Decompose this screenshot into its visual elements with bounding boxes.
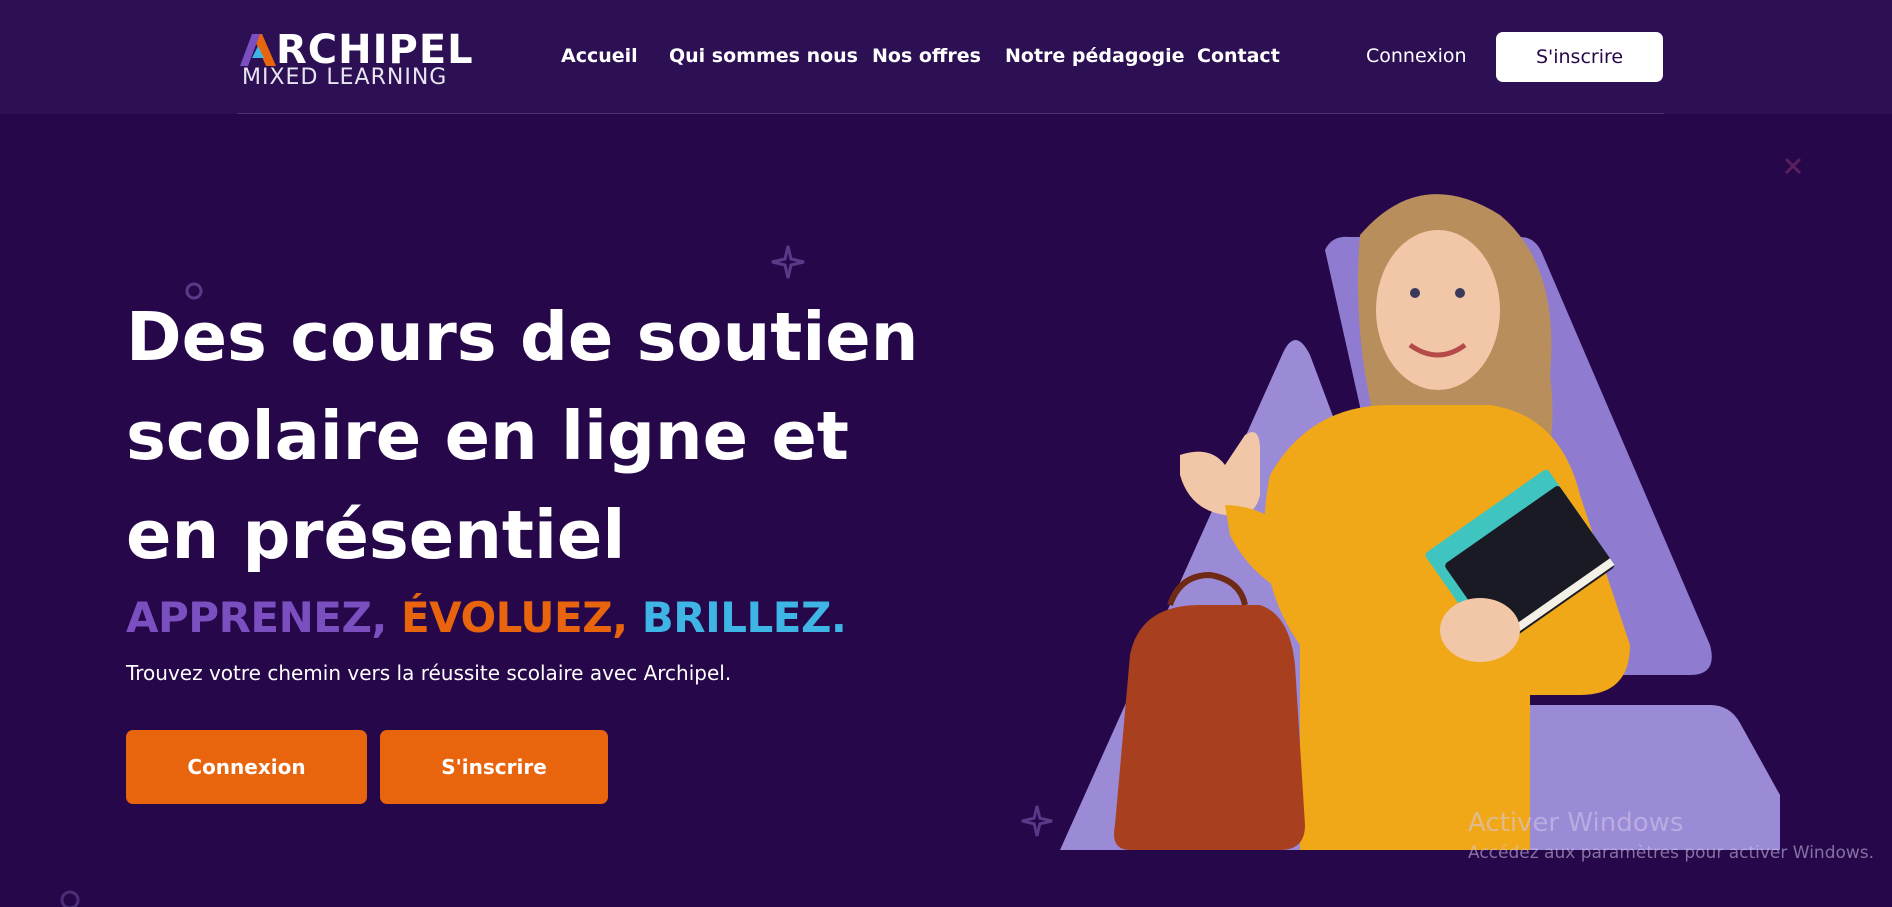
windows-activation-subtitle: Accédez aux paramètres pour activer Wind…	[1468, 843, 1875, 863]
hero-title: Des cours de soutien scolaire en ligne e…	[126, 298, 919, 574]
slogan-brillez: BRILLEZ.	[641, 593, 847, 642]
hero-login-button[interactable]: Connexion	[126, 730, 367, 804]
slogan-apprenez: APPRENEZ,	[126, 593, 387, 642]
sparkle-icon	[1021, 805, 1053, 837]
nav-accueil[interactable]: Accueil	[561, 44, 638, 68]
logo-a-icon	[240, 34, 276, 66]
nav-contact[interactable]: Contact	[1197, 44, 1280, 68]
circle-icon	[60, 890, 80, 907]
close-icon	[1784, 157, 1802, 175]
hero-slogan: APPRENEZ, ÉVOLUEZ, BRILLEZ.	[126, 592, 847, 644]
nav-notre-pedagogie[interactable]: Notre pédagogie	[1005, 44, 1184, 68]
nav-nos-offres[interactable]: Nos offres	[872, 44, 981, 68]
header-signup-button[interactable]: S'inscrire	[1496, 32, 1663, 82]
nav-qui-sommes-nous[interactable]: Qui sommes nous	[669, 44, 858, 68]
archipel-logo[interactable]: RCHIPEL MIXED LEARNING	[240, 28, 480, 90]
hero-subtitle: Trouvez votre chemin vers la réussite sc…	[126, 661, 732, 685]
student-with-books-image	[1060, 194, 1780, 850]
hero-signup-button[interactable]: S'inscrire	[380, 730, 608, 804]
header-divider	[238, 113, 1664, 114]
windows-activation-title: Activer Windows	[1468, 808, 1684, 838]
logo-tagline: MIXED LEARNING	[242, 65, 448, 90]
header-login-link[interactable]: Connexion	[1366, 44, 1467, 68]
sparkle-icon	[771, 245, 805, 279]
slogan-evoluez: ÉVOLUEZ,	[400, 593, 628, 642]
